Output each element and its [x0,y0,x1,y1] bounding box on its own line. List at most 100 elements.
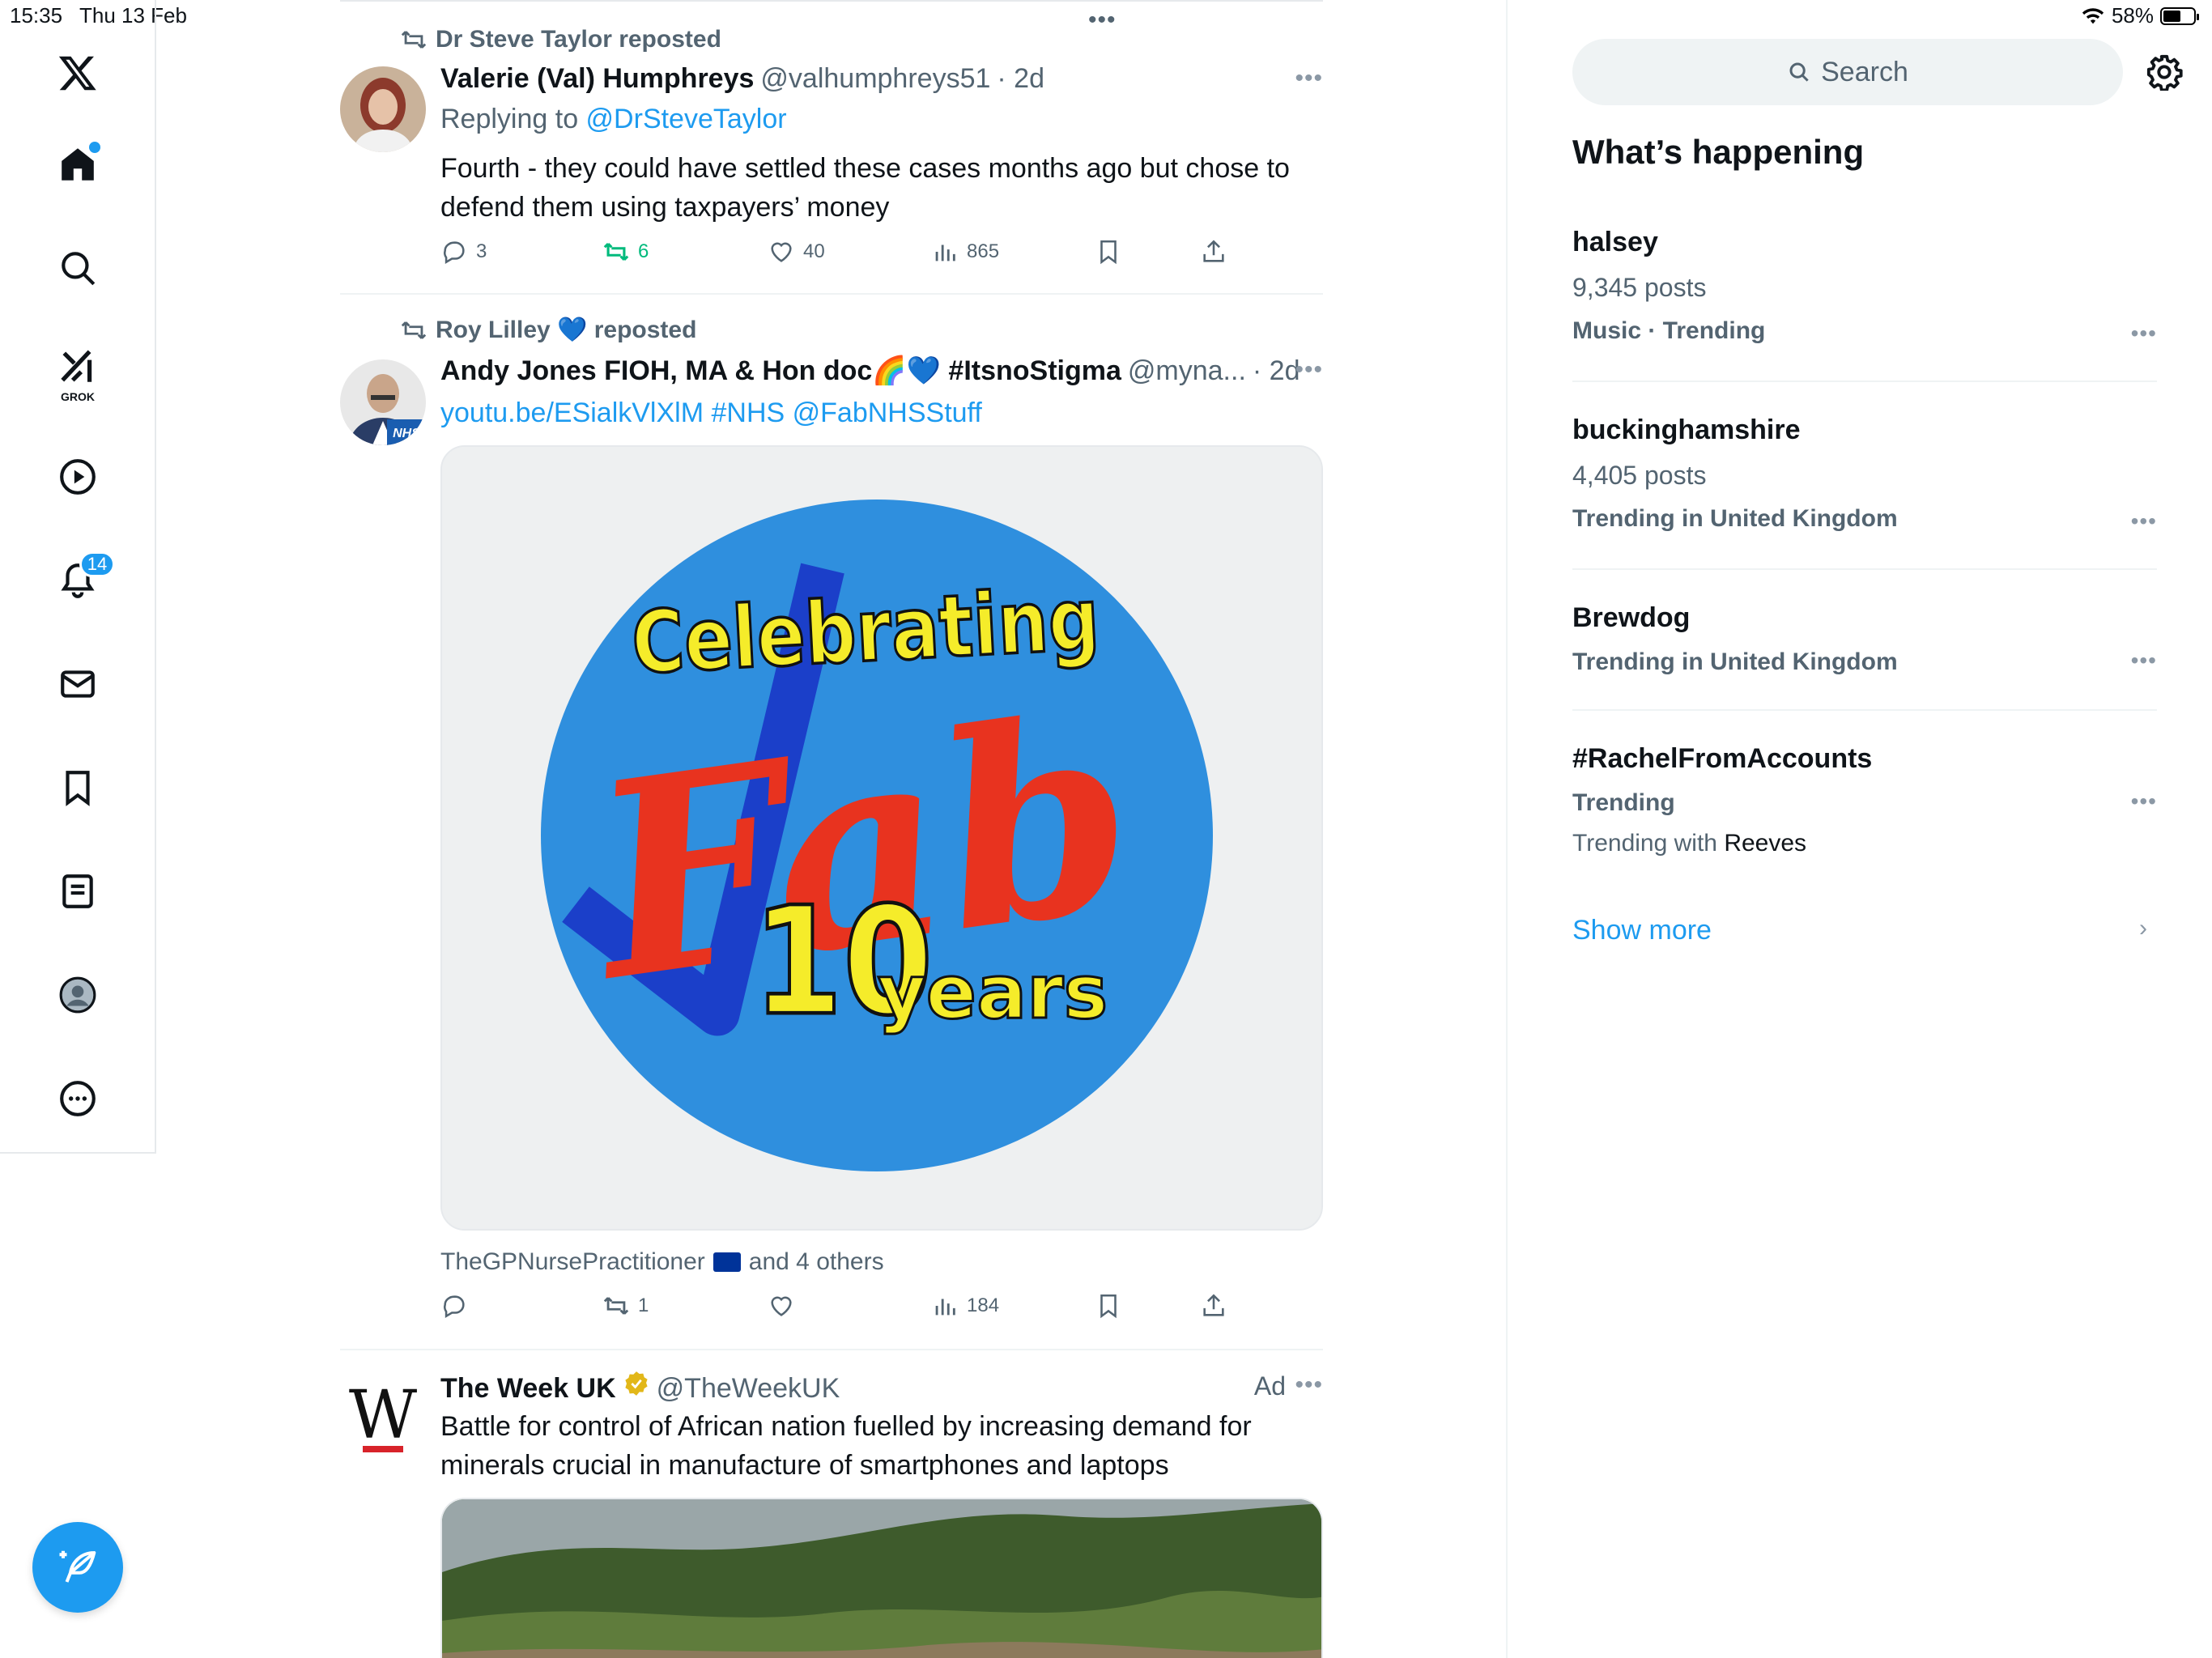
replying-to: Replying to @DrSteveTaylor [440,104,787,135]
lists-icon[interactable] [45,859,110,924]
bookmark-icon [1100,240,1117,265]
trend-item[interactable]: buckinghamshire 4,405 posts Trending in … [1572,414,2157,534]
grok-label: GROK [61,390,95,403]
show-more-link[interactable]: Show more [1572,915,1712,946]
timeline-feed: ••• Dr Steve Taylor reposted Valerie (Va… [340,0,1323,1658]
grok-icon[interactable]: GROK [45,340,110,405]
trend-menu-icon[interactable]: ••• [2131,321,2157,346]
profile-avatar-icon[interactable] [45,963,110,1027]
notifications-bell-icon[interactable]: 14 [45,548,115,613]
trend-item[interactable]: #RachelFromAccounts Trending Trending wi… [1572,743,2157,857]
search-icon[interactable] [45,236,110,300]
left-navigation: GROK 14 [0,0,156,1154]
video-play-icon[interactable] [45,444,110,509]
reply-button[interactable] [440,1292,476,1320]
trend-post-count: 4,405 posts [1572,461,1707,490]
share-icon [1203,1294,1224,1316]
post-header: Valerie (Val) Humphreys @valhumphreys51 … [440,63,1044,95]
post-image[interactable] [440,1498,1323,1658]
trend-name: buckinghamshire [1572,414,1801,445]
trend-menu-icon[interactable]: ••• [2131,648,2157,674]
reply-count: 3 [476,240,487,262]
trend-category: Trending [1572,789,1675,816]
author-handle[interactable]: @myna... [1128,355,1246,387]
reply-icon [444,1295,465,1319]
liked-by-user: TheGPNursePractitioner [440,1248,705,1275]
home-icon[interactable] [45,132,110,197]
trend-item[interactable]: Brewdog Trending in United Kingdom ••• [1572,602,2157,676]
x-logo-icon[interactable] [45,40,110,105]
eu-flag-icon [713,1252,741,1272]
notifications-badge: 14 [79,551,115,577]
replying-to-link[interactable]: @DrSteveTaylor [586,104,787,134]
left-rail-divider [155,1154,156,1658]
views-chart-icon [935,1299,955,1316]
search-placeholder: Search [1821,56,1908,87]
repost-count: 1 [638,1295,649,1316]
share-button[interactable] [1200,1292,1227,1320]
views-count: 184 [967,1295,1000,1316]
liked-by[interactable]: TheGPNursePractitioner and 4 others [440,1248,884,1276]
trend-category: Music · Trending [1572,317,1766,344]
repost-icon [603,242,629,261]
settings-gear-icon[interactable] [2146,53,2183,91]
bookmark-icon [1100,1294,1117,1319]
repost-icon [603,1297,629,1315]
post-menu-icon[interactable]: ••• [1295,356,1323,384]
repost-by-label: Dr Steve Taylor reposted [436,26,721,53]
trend-name: #RachelFromAccounts [1572,743,1873,774]
bookmarks-icon[interactable] [45,755,110,820]
post-links[interactable]: youtu.be/ESialkVlXlM #NHS @FabNHSStuff [440,393,1323,432]
repost-icon [401,321,427,339]
trend-item[interactable]: halsey 9,345 posts Music · Trending ••• [1572,227,2157,346]
trend-divider [1572,709,2157,711]
post-header: Andy Jones FIOH, MA & Hon doc🌈💙 #ItsnoSt… [440,355,1300,387]
author-name[interactable]: Valerie (Val) Humphreys [440,63,754,95]
ad-label: Ad [1253,1371,1286,1401]
trend-category: Trending in United Kingdom [1572,505,1898,532]
trend-menu-icon[interactable]: ••• [2131,789,2157,814]
avatar[interactable]: W [340,1373,426,1459]
like-count: 40 [803,240,825,262]
like-button[interactable] [768,1292,803,1320]
chevron-right-icon[interactable]: › [2139,915,2147,942]
trending-with-prefix: Trending with [1572,830,1725,857]
trending-with-term[interactable]: Reeves [1724,830,1806,857]
post-text: Battle for control of African nation fue… [440,1411,1252,1481]
image-text-years: years [878,949,1108,1035]
author-handle[interactable]: @valhumphreys51 [760,63,990,95]
like-button[interactable]: 40 [768,238,825,266]
post-menu-icon[interactable]: ••• [1295,65,1323,92]
views-button[interactable]: 184 [931,1292,999,1320]
bookmark-button[interactable] [1095,238,1122,266]
post-card[interactable]: Roy Lilley 💙 reposted NHS Andy Jones FIO… [340,295,1323,1349]
post-image[interactable]: Celebrating Fab 10 years [440,445,1323,1231]
more-options-icon[interactable] [45,1066,110,1131]
avatar[interactable] [340,66,426,152]
views-button[interactable]: 865 [931,238,999,266]
author-handle[interactable]: @TheWeekUK [657,1373,840,1405]
heart-icon [771,242,792,262]
author-name[interactable]: Andy Jones FIOH, MA & Hon doc🌈💙 #ItsnoSt… [440,355,1121,387]
compose-post-button[interactable] [32,1522,123,1613]
messages-envelope-icon[interactable] [45,652,110,716]
trend-category: Trending in United Kingdom [1572,648,1898,675]
post-menu-icon[interactable]: ••• [1295,1371,1323,1399]
share-button[interactable] [1200,238,1227,266]
search-input[interactable]: Search [1572,39,2123,105]
bookmark-button[interactable] [1095,1292,1122,1320]
repost-button[interactable]: 6 [602,238,649,266]
heart-icon [771,1296,792,1316]
verified-badge-icon [625,1371,648,1396]
post-time: · 2d [1252,355,1300,386]
repost-button[interactable]: 1 [602,1292,649,1320]
repost-indicator: Dr Steve Taylor reposted [400,26,721,53]
avatar[interactable]: NHS [340,359,426,445]
post-card[interactable]: Dr Steve Taylor reposted Valerie (Val) H… [340,0,1323,293]
trend-menu-icon[interactable]: ••• [2131,508,2157,534]
trend-name: Brewdog [1572,602,1691,633]
reply-button[interactable]: 3 [440,238,487,266]
ad-post-card[interactable]: W The Week UK @TheWeekUK Ad ••• Battle f… [340,1350,1323,1658]
trend-divider [1572,380,2157,382]
author-name[interactable]: The Week UK [440,1373,616,1405]
